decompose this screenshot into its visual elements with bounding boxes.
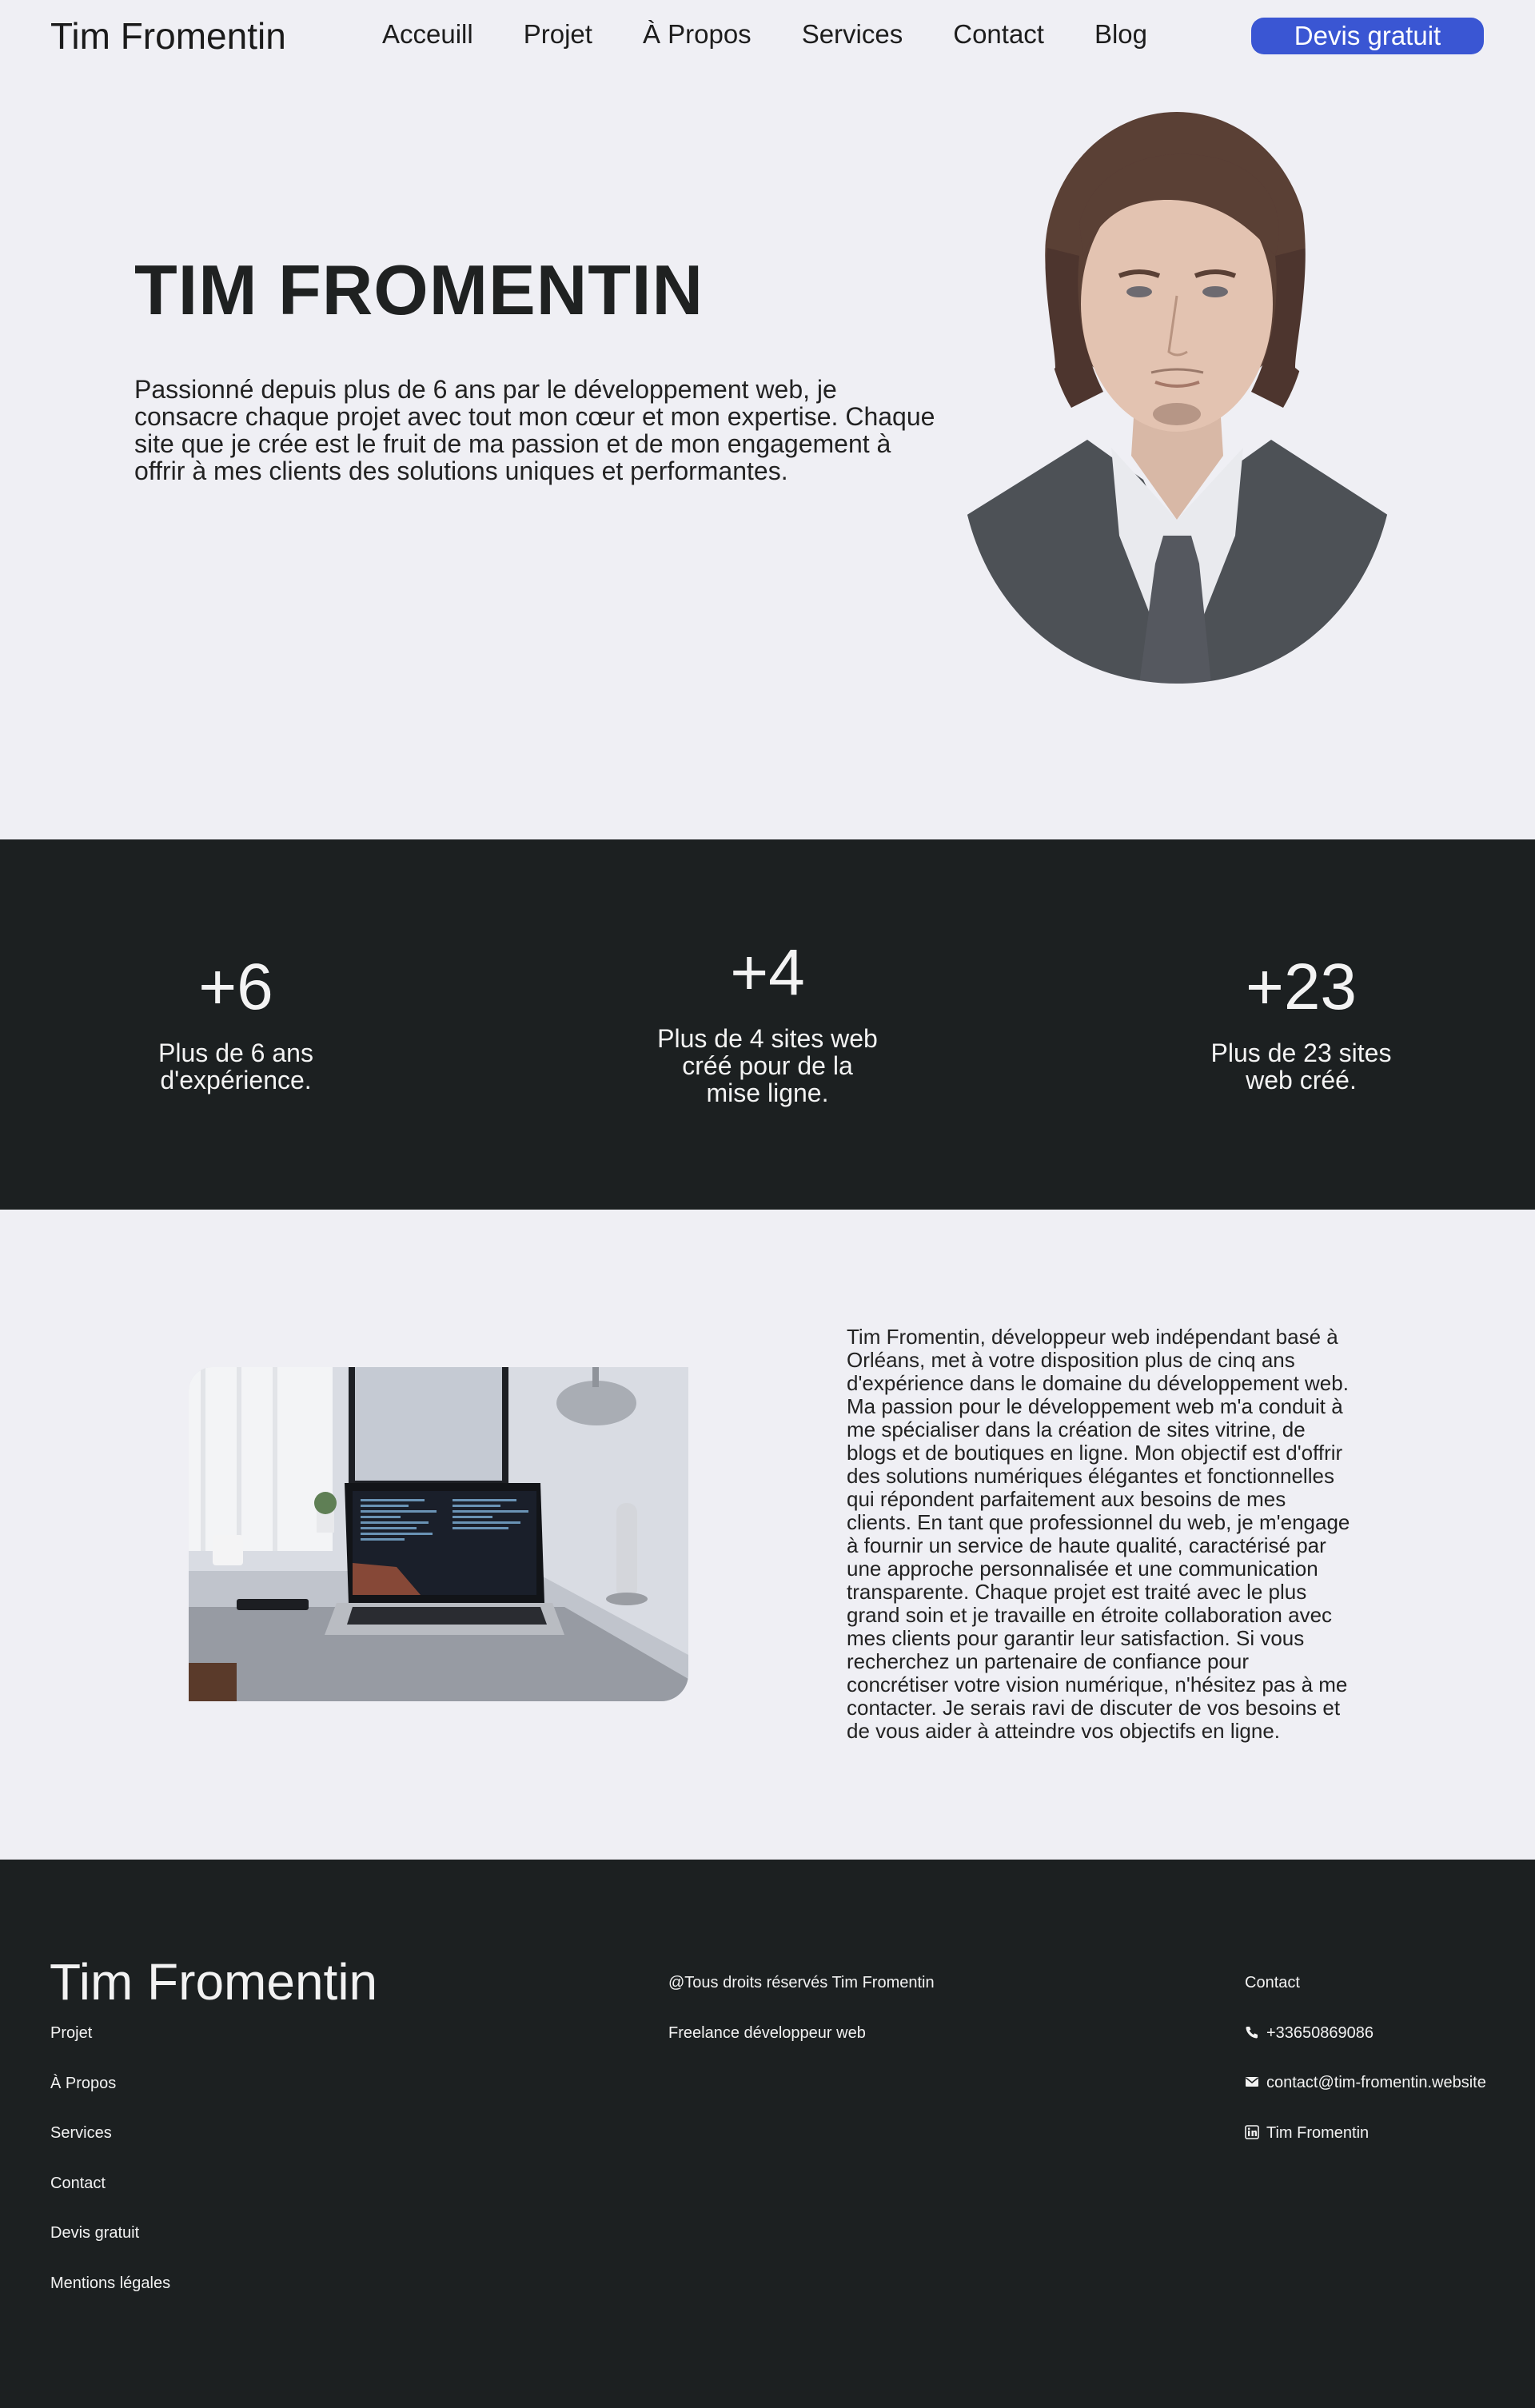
footer-link-contact[interactable]: Contact [50, 2175, 170, 2225]
stat-label: Plus de 23 sites web créé. [1210, 1039, 1392, 1094]
footer-link-mentions-legales[interactable]: Mentions légales [50, 2274, 170, 2325]
footer-linkedin[interactable]: Tim Fromentin [1245, 2124, 1486, 2175]
linkedin-name: Tim Fromentin [1266, 2123, 1370, 2142]
site-footer: Tim Fromentin Projet À Propos Services C… [0, 1860, 1535, 2408]
nav-link-blog[interactable]: Blog [1094, 19, 1147, 50]
footer-links: Projet À Propos Services Contact Devis g… [50, 2024, 170, 2324]
stat-sites-online: +4 Plus de 4 sites web créé pour de la m… [656, 936, 879, 1107]
top-navigation: Tim Fromentin Acceuill Projet À Propos S… [0, 0, 1535, 72]
footer-link-devis-gratuit[interactable]: Devis gratuit [50, 2224, 170, 2274]
footer-brand[interactable]: Tim Fromentin [50, 1952, 377, 2011]
laptop-photo [189, 1367, 688, 1701]
stat-number: +4 [730, 936, 805, 1009]
footer-email[interactable]: contact@tim-fromentin.website [1245, 2074, 1486, 2124]
footer-info: @Tous droits réservés Tim Fromentin Free… [668, 1974, 935, 2074]
stats-section: +6 Plus de 6 ans d'expérience. +4 Plus d… [0, 839, 1535, 1210]
footer-contact: Contact +33650869086 contact@tim-froment… [1245, 1974, 1486, 2174]
site-brand[interactable]: Tim Fromentin [50, 14, 286, 58]
footer-phone[interactable]: +33650869086 [1245, 2024, 1486, 2075]
copyright-text: @Tous droits réservés Tim Fromentin [668, 1974, 935, 1991]
portrait-photo [959, 104, 1395, 684]
nav-links: Acceuill Projet À Propos Services Contac… [382, 19, 1198, 50]
about-description: Tim Fromentin, développeur web indépenda… [847, 1325, 1350, 1743]
nav-link-projet[interactable]: Projet [524, 19, 592, 50]
nav-link-accueil[interactable]: Acceuill [382, 19, 473, 50]
footer-link-a-propos[interactable]: À Propos [50, 2075, 170, 2125]
footer-link-projet[interactable]: Projet [50, 2024, 170, 2075]
hero-title: TIM FROMENTIN [134, 250, 704, 329]
contact-title: Contact [1245, 1974, 1300, 1991]
phone-icon [1245, 2025, 1259, 2039]
mail-icon [1245, 2075, 1259, 2089]
stat-number: +23 [1245, 951, 1358, 1023]
stat-sites-created: +23 Plus de 23 sites web créé. [1199, 951, 1403, 1094]
stat-label: Plus de 4 sites web créé pour de la mise… [657, 1024, 878, 1107]
stat-experience: +6 Plus de 6 ans d'expérience. [128, 951, 344, 1094]
footer-tagline: Freelance développeur web [668, 2023, 866, 2042]
nav-link-services[interactable]: Services [802, 19, 903, 50]
footer-link-services[interactable]: Services [50, 2124, 170, 2175]
stat-label: Plus de 6 ans d'expérience. [158, 1039, 313, 1094]
stat-number: +6 [198, 951, 273, 1023]
email-address: contact@tim-fromentin.website [1266, 2074, 1486, 2091]
free-quote-button[interactable]: Devis gratuit [1251, 18, 1484, 54]
phone-number: +33650869086 [1266, 2023, 1374, 2042]
nav-link-a-propos[interactable]: À Propos [643, 19, 752, 50]
hero-description: Passionné depuis plus de 6 ans par le dé… [134, 375, 935, 485]
nav-link-contact[interactable]: Contact [953, 19, 1044, 50]
linkedin-icon [1245, 2124, 1259, 2139]
